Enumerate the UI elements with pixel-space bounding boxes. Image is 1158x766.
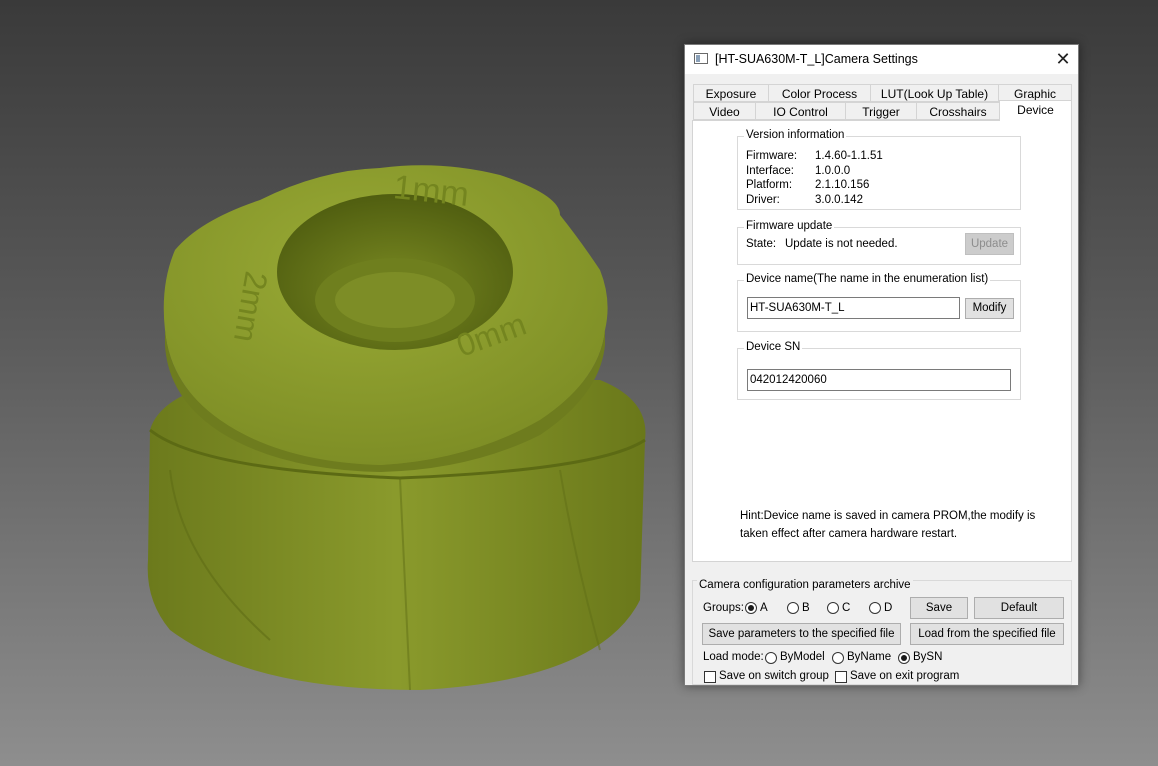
driver-value: 3.0.0.142 <box>815 194 863 206</box>
save-button[interactable]: Save <box>910 597 968 619</box>
group-a-label[interactable]: A <box>760 602 768 614</box>
firmware-label: Firmware: <box>746 150 798 162</box>
firmware-update-title: Firmware update <box>744 220 835 232</box>
app-window-icon <box>694 53 708 64</box>
state-label: State: <box>746 238 777 250</box>
tab-lut[interactable]: LUT(Look Up Table) <box>870 84 999 102</box>
tab-trigger[interactable]: Trigger <box>845 102 917 120</box>
group-c-radio[interactable] <box>827 602 839 614</box>
load-bymodel-label[interactable]: ByModel <box>780 651 825 663</box>
load-bysn-label[interactable]: BySN <box>913 651 942 663</box>
device-tab-panel: Version information Firmware: 1.4.60-1.1… <box>692 120 1072 562</box>
config-archive-group: Camera configuration parameters archive … <box>692 579 1072 685</box>
version-info-title: Version information <box>744 129 847 141</box>
modify-button[interactable]: Modify <box>965 298 1014 319</box>
load-mode-label: Load mode: <box>703 651 764 663</box>
load-bymodel-radio[interactable] <box>765 652 777 664</box>
load-bysn-radio[interactable] <box>898 652 910 664</box>
tab-video[interactable]: Video <box>693 102 756 120</box>
group-c-label[interactable]: C <box>842 602 850 614</box>
group-b-label[interactable]: B <box>802 602 810 614</box>
close-button[interactable]: ✕ <box>1048 45 1078 74</box>
hint-line-1: Hint:Device name is saved in camera PROM… <box>740 510 1036 522</box>
platform-label: Platform: <box>746 179 793 191</box>
save-on-switch-label[interactable]: Save on switch group <box>719 670 829 682</box>
driver-label: Driver: <box>746 194 780 206</box>
version-info-group: Version information Firmware: 1.4.60-1.1… <box>737 129 1021 210</box>
device-name-group: Device name(The name in the enumeration … <box>737 273 1021 332</box>
update-button[interactable]: Update <box>965 233 1014 255</box>
interface-label: Interface: <box>746 165 794 177</box>
camera-settings-dialog: [HT-SUA630M-T_L]Camera Settings ✕ Exposu… <box>684 44 1079 686</box>
group-b-radio[interactable] <box>787 602 799 614</box>
platform-value: 2.1.10.156 <box>815 179 870 191</box>
group-a-radio[interactable] <box>745 602 757 614</box>
load-from-file-button[interactable]: Load from the specified file <box>910 623 1064 645</box>
tab-io-control[interactable]: IO Control <box>755 102 846 120</box>
interface-value: 1.0.0.0 <box>815 165 851 177</box>
device-sn-input[interactable] <box>747 369 1011 391</box>
hint-line-2: taken effect after camera hardware resta… <box>740 528 958 540</box>
groups-label: Groups: <box>703 602 744 614</box>
device-sn-title: Device SN <box>744 341 803 353</box>
tab-crosshairs[interactable]: Crosshairs <box>916 102 1000 120</box>
load-byname-label[interactable]: ByName <box>847 651 891 663</box>
save-to-file-button[interactable]: Save parameters to the specified file <box>702 623 901 645</box>
tab-device[interactable]: Device <box>999 100 1072 121</box>
save-on-exit-checkbox[interactable] <box>835 671 847 683</box>
load-byname-radio[interactable] <box>832 652 844 664</box>
tab-exposure[interactable]: Exposure <box>693 84 769 102</box>
archive-title: Camera configuration parameters archive <box>697 579 913 591</box>
group-d-radio[interactable] <box>869 602 881 614</box>
group-d-label[interactable]: D <box>884 602 892 614</box>
title-bar[interactable]: [HT-SUA630M-T_L]Camera Settings ✕ <box>685 45 1078 74</box>
device-sn-group: Device SN <box>737 341 1021 400</box>
firmware-value: 1.4.60-1.1.51 <box>815 150 883 162</box>
device-name-title: Device name(The name in the enumeration … <box>744 273 991 285</box>
tab-color-process[interactable]: Color Process <box>768 84 871 102</box>
svg-text:1mm: 1mm <box>392 168 471 214</box>
state-value: Update is not needed. <box>785 238 898 250</box>
save-on-switch-checkbox[interactable] <box>704 671 716 683</box>
firmware-update-group: Firmware update State: Update is not nee… <box>737 220 1021 265</box>
window-title: [HT-SUA630M-T_L]Camera Settings <box>715 52 918 66</box>
device-name-input[interactable] <box>747 297 960 319</box>
default-button[interactable]: Default <box>974 597 1064 619</box>
save-on-exit-label[interactable]: Save on exit program <box>850 670 959 682</box>
